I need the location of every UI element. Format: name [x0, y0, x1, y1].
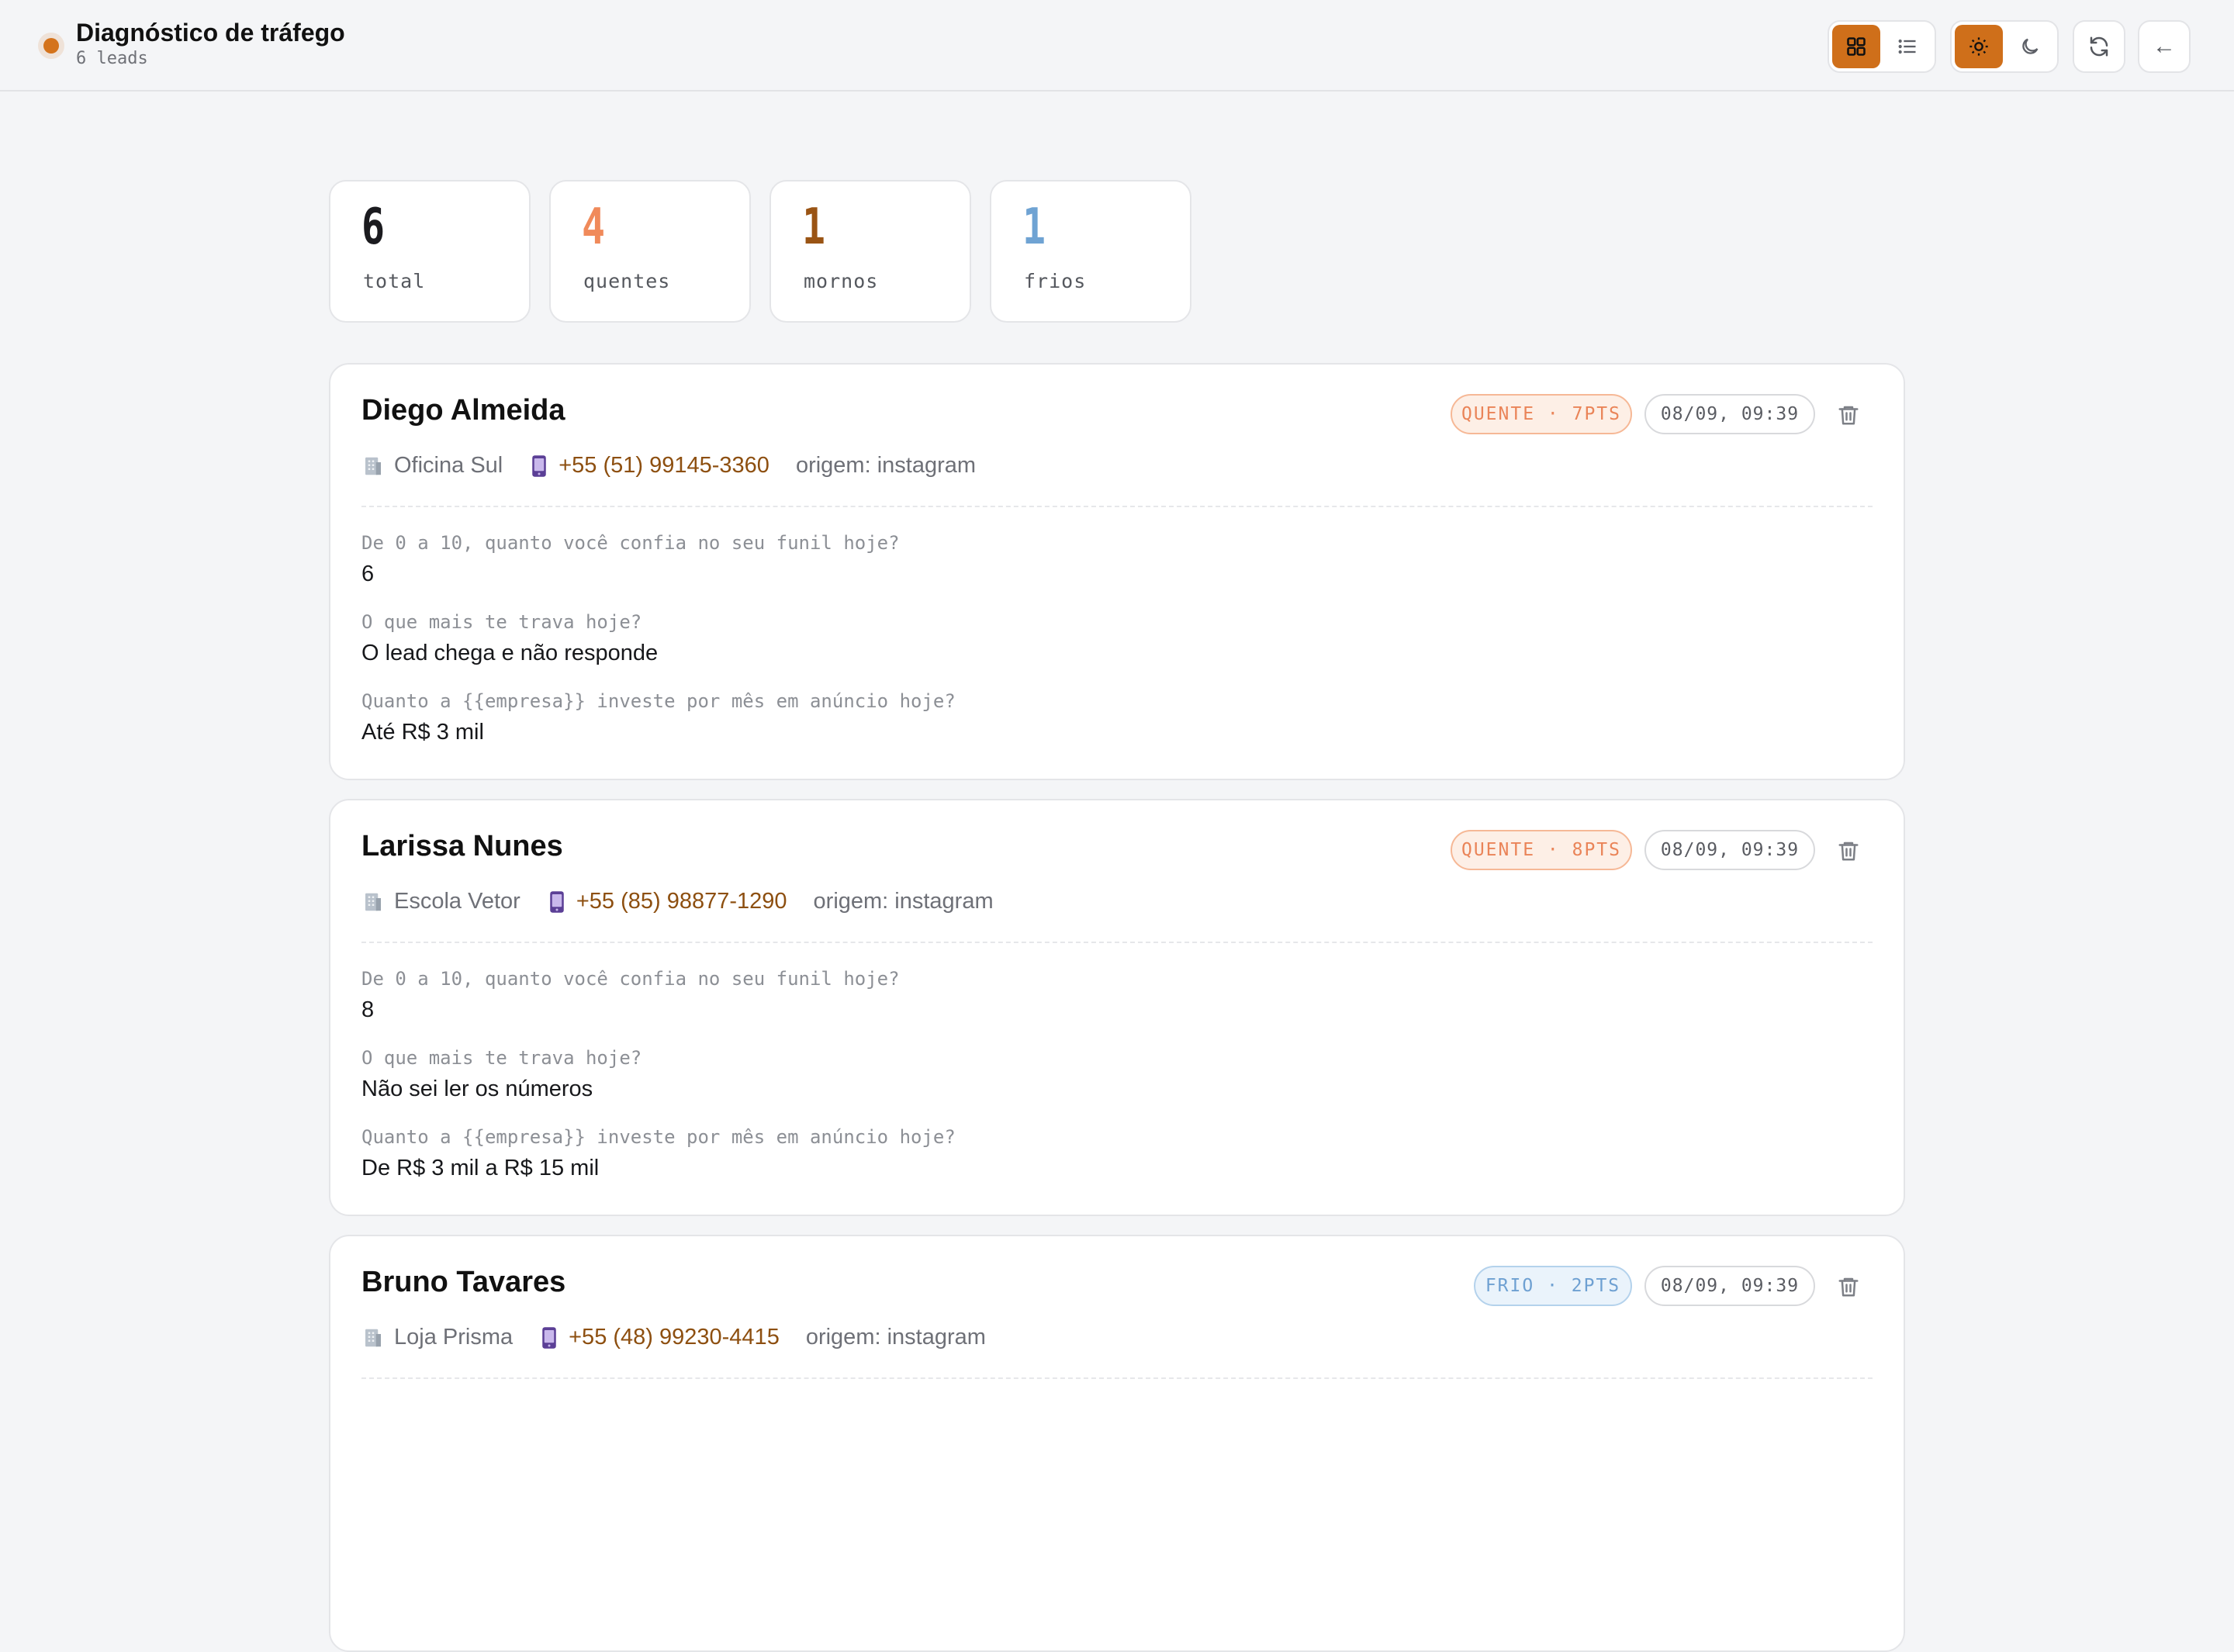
refresh-icon [2090, 36, 2108, 57]
grid-icon [1847, 37, 1866, 56]
stat-label: mornos [804, 270, 879, 292]
lead-score-badge: QUENTE · 7PTS [1451, 394, 1632, 434]
stat-warm: 1 mornos [769, 180, 971, 323]
lead-score-badge: QUENTE · 8PTS [1451, 830, 1632, 870]
qa-item: O que mais te trava hoje? Não sei ler os… [361, 1047, 641, 1102]
lead-name: Larissa Nunes [361, 830, 563, 862]
qa-item: O que mais te trava hoje? O lead chega e… [361, 611, 658, 666]
delete-lead-button[interactable] [1835, 838, 1862, 864]
lead-name: Diego Almeida [361, 394, 565, 427]
phone-icon [547, 890, 567, 914]
stat-label: frios [1024, 270, 1087, 292]
answer: Até R$ 3 mil [361, 720, 484, 745]
question: De 0 a 10, quanto você confia no seu fun… [361, 532, 900, 554]
top-bar: Diagnóstico de tráfego 6 leads ← [0, 0, 2234, 92]
lead-card[interactable]: Diego Almeida QUENTE · 7PTS 08/09, 09:39… [329, 363, 1905, 780]
lead-phone[interactable]: +55 (51) 99145-3360 [529, 453, 769, 479]
divider [361, 942, 1873, 943]
stat-label: quentes [583, 270, 671, 292]
qa-item: Quanto a {{empresa}} investe por mês em … [361, 1126, 956, 1181]
trash-icon [1838, 842, 1859, 861]
stat-hot: 4 quentes [549, 180, 751, 323]
question: De 0 a 10, quanto você confia no seu fun… [361, 968, 900, 990]
stat-value: 6 [361, 199, 386, 256]
view-toggle [1828, 20, 1936, 73]
question: O que mais te trava hoje? [361, 1047, 642, 1069]
answer: De R$ 3 mil a R$ 15 mil [361, 1156, 600, 1180]
page-title: Diagnóstico de tráfego [76, 19, 345, 47]
building-icon [361, 1326, 385, 1350]
lead-card[interactable]: Bruno Tavares FRIO · 2PTS 08/09, 09:39 L… [329, 1235, 1905, 1652]
building-icon [361, 454, 385, 478]
stat-value: 1 [1022, 199, 1046, 256]
question: Quanto a {{empresa}} investe por mês em … [361, 1126, 956, 1148]
answer: O lead chega e não responde [361, 641, 659, 665]
lead-phone[interactable]: +55 (48) 99230-4415 [539, 1325, 780, 1350]
lead-origin: origem: instagram [805, 1325, 986, 1350]
status-dot [43, 38, 59, 54]
lead-score-badge: FRIO · 2PTS [1474, 1266, 1632, 1306]
phone-icon [539, 1326, 559, 1350]
dark-theme-button[interactable] [2006, 25, 2054, 68]
stat-value: 1 [802, 199, 826, 256]
lead-company: Escola Vetor [361, 889, 520, 914]
lead-origin: origem: instagram [795, 453, 977, 478]
building-icon [361, 890, 385, 914]
qa-item: De 0 a 10, quanto você confia no seu fun… [361, 532, 900, 587]
lead-date: 08/09, 09:39 [1644, 830, 1815, 870]
answer: 8 [361, 997, 375, 1022]
qa-item: De 0 a 10, quanto você confia no seu fun… [361, 968, 900, 1023]
arrow-left-icon: ← [2153, 33, 2176, 59]
lead-meta: Oficina Sul +55 (51) 99145-3360 origem: … [361, 453, 1002, 479]
stat-total: 6 total [329, 180, 531, 323]
stat-label: total [363, 270, 426, 292]
lead-origin: origem: instagram [813, 889, 994, 914]
lead-count: 6 leads [76, 49, 148, 68]
lead-card[interactable]: Larissa Nunes QUENTE · 8PTS 08/09, 09:39… [329, 799, 1905, 1216]
list-icon [1898, 39, 1916, 54]
answer: Não sei ler os números [361, 1077, 593, 1101]
light-theme-button[interactable] [1955, 25, 2003, 68]
lead-name: Bruno Tavares [361, 1266, 566, 1298]
stat-value: 4 [582, 199, 606, 256]
lead-company: Oficina Sul [361, 453, 503, 479]
trash-icon [1838, 1277, 1859, 1297]
qa-item: Quanto a {{empresa}} investe por mês em … [361, 690, 956, 745]
delete-lead-button[interactable] [1835, 402, 1862, 428]
lead-phone[interactable]: +55 (85) 98877-1290 [547, 889, 787, 914]
refresh-button[interactable] [2073, 20, 2125, 73]
moon-icon [2022, 38, 2039, 54]
lead-company: Loja Prisma [361, 1325, 513, 1350]
question: Quanto a {{empresa}} investe por mês em … [361, 690, 956, 712]
back-button[interactable]: ← [2138, 20, 2191, 73]
question: O que mais te trava hoje? [361, 611, 642, 633]
divider [361, 1377, 1873, 1379]
grid-view-button[interactable] [1832, 25, 1880, 68]
divider [361, 506, 1873, 507]
trash-icon [1838, 406, 1859, 425]
phone-icon [529, 454, 549, 478]
theme-toggle [1950, 20, 2059, 73]
answer: 6 [361, 562, 375, 586]
stat-cold: 1 frios [990, 180, 1191, 323]
lead-meta: Escola Vetor +55 (85) 98877-1290 origem:… [361, 889, 1020, 914]
sun-icon [1969, 37, 1988, 56]
lead-date: 08/09, 09:39 [1644, 1266, 1815, 1306]
lead-date: 08/09, 09:39 [1644, 394, 1815, 434]
lead-meta: Loja Prisma +55 (48) 99230-4415 origem: … [361, 1325, 1012, 1350]
list-view-button[interactable] [1883, 25, 1931, 68]
delete-lead-button[interactable] [1835, 1274, 1862, 1300]
